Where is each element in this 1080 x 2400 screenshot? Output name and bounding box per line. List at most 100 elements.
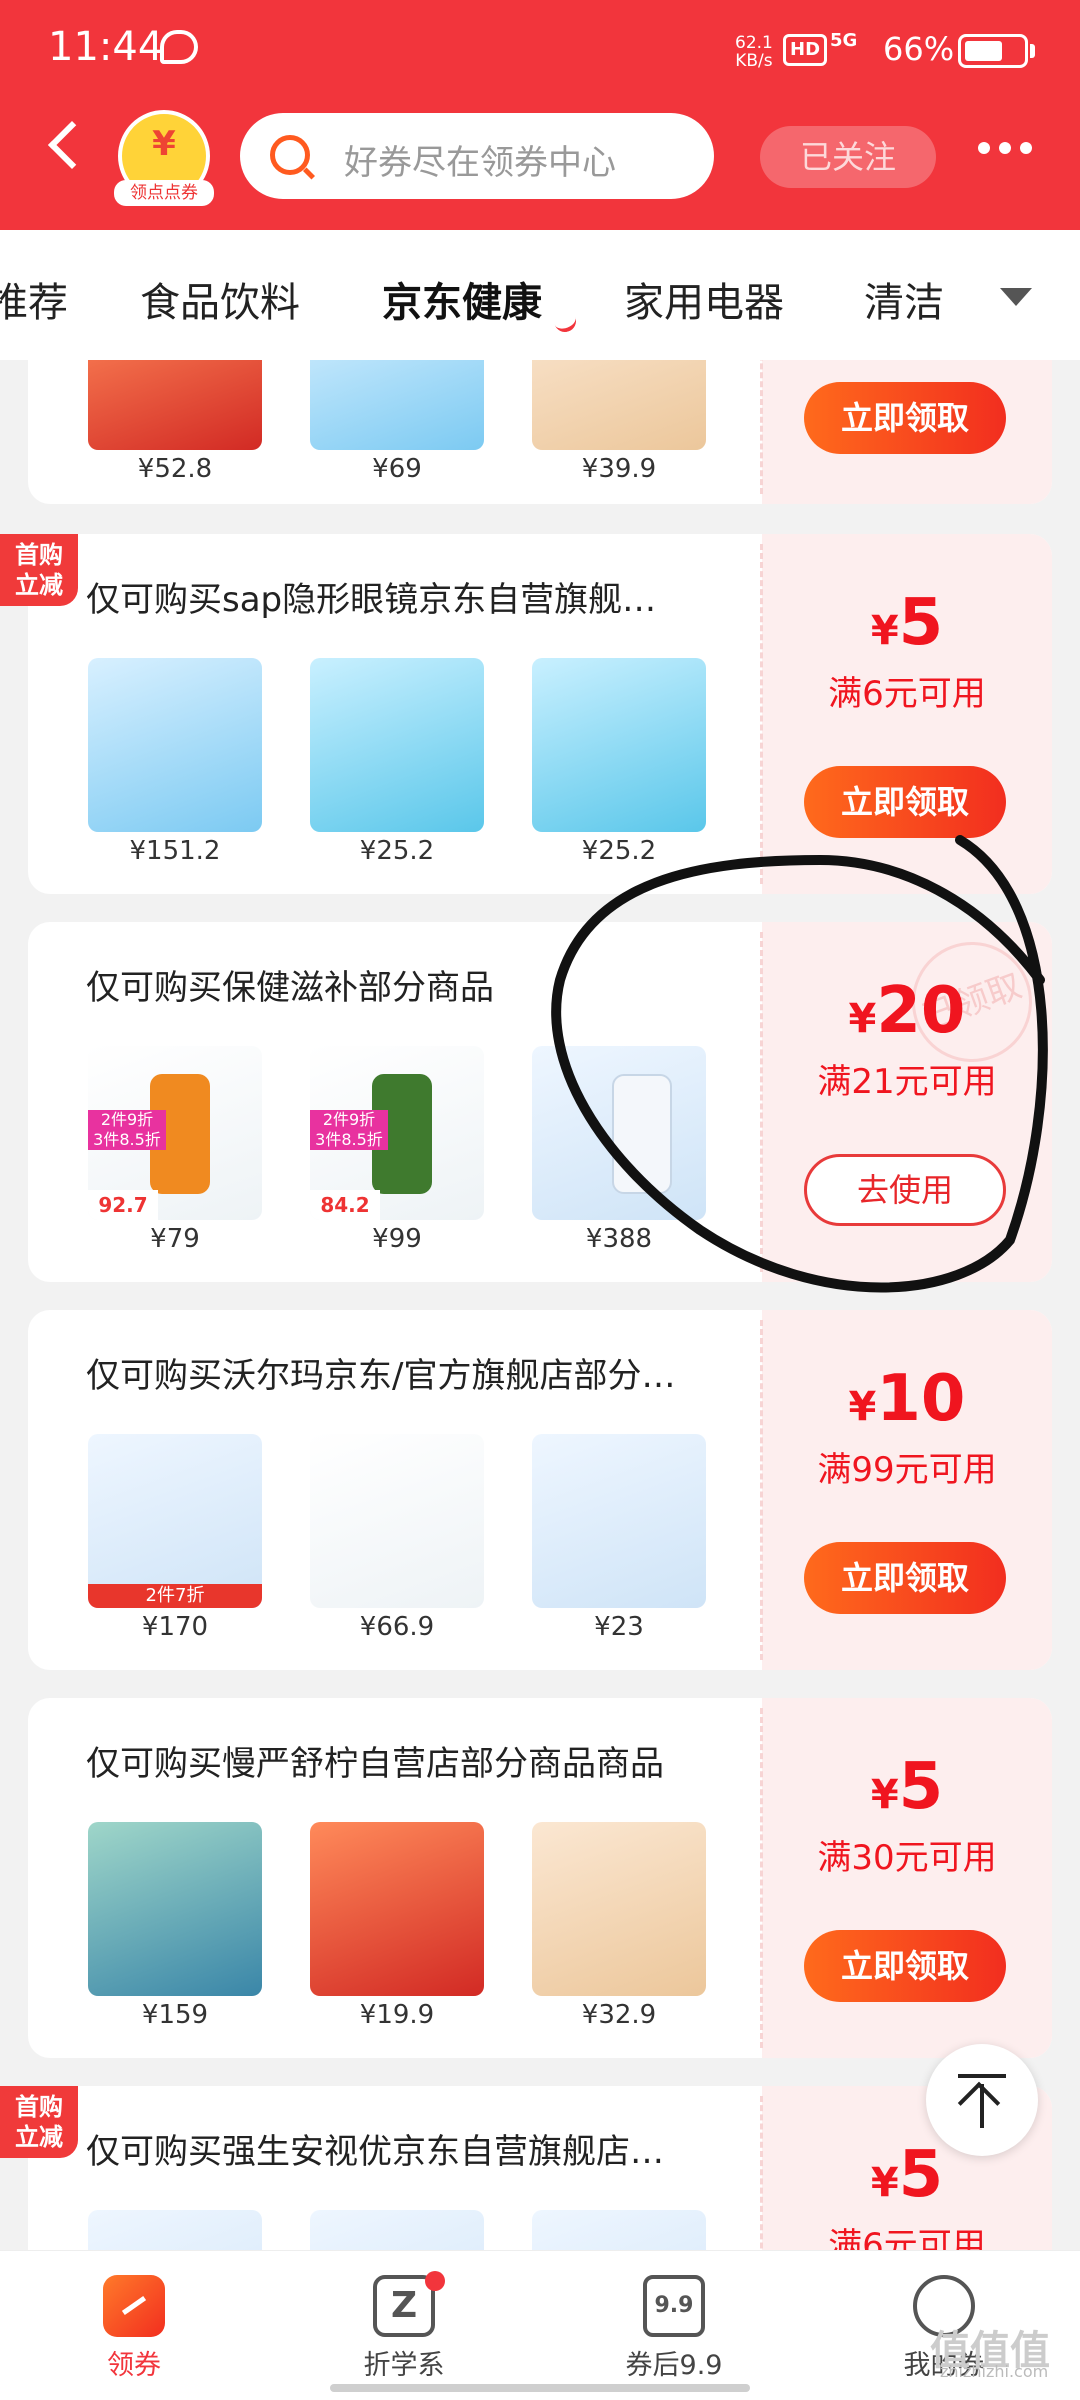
discount-tag: 2件9折 3件8.5折 [88,1110,166,1150]
more-icon[interactable] [978,142,1032,154]
product-image: 2件7折 [88,1434,262,1608]
product-item[interactable]: ¥69 [310,360,484,484]
product-price: ¥159 [141,2000,209,2030]
discount-strip: 2件7折 [88,1584,262,1608]
product-item[interactable]: ¥66.9 [310,1434,484,1642]
coupon-title[interactable]: 仅可购买sap隐形眼镜京东自营旗舰… [86,572,726,621]
claim-button[interactable]: 立即领取 [804,766,1006,838]
product-item[interactable]: ¥39.9 [532,360,706,484]
product-item[interactable]: ¥19.9 [310,1822,484,2030]
search-icon [270,135,310,175]
product-item[interactable]: 2件9折 3件8.5折 92.7 ¥79 [88,1046,262,1254]
coupon-amount: ¥5 [762,586,1052,660]
yen-icon: ¥ [152,124,176,164]
use-coupon-button[interactable]: 去使用 [804,1154,1006,1226]
net-speed-value: 62.1 [735,33,773,53]
logo-label: 领点点券 [114,180,214,206]
nav-zhexuexi[interactable]: Z 折学系 [334,2271,474,2382]
product-price: ¥79 [150,1224,200,1254]
back-to-top-button[interactable] [926,2044,1038,2156]
product-image [310,1434,484,1608]
product-item[interactable]: 2件7折 ¥170 [88,1434,262,1642]
category-tabs: 推荐 食品饮料 京东健康 家用电器 清洁 [0,230,1080,360]
product-item[interactable]: ¥32.9 [532,1822,706,2030]
product-item[interactable]: 2件9折 3件8.5折 84.2 ¥99 [310,1046,484,1254]
currency-symbol: ¥ [848,1384,877,1430]
coupon-card: ¥52.8 ¥69 ¥39.9 立即领取 [28,360,1052,504]
search-bar[interactable]: 好券尽在领券中心 [240,113,714,199]
product-price: ¥39.9 [581,454,657,484]
product-price: ¥52.8 [137,454,213,484]
product-image [310,658,484,832]
nav-after-coupon-9-9[interactable]: 9.9 券后9.9 [604,2275,744,2382]
product-item[interactable]: ¥23 [532,1434,706,1642]
coupon-card: 仅可购买沃尔玛京东/官方旗舰店部分… 2件7折 ¥170 ¥66.9 ¥23 ¥… [28,1310,1052,1670]
first-purchase-badge: 首购 立减 [0,2086,78,2158]
hd-icon: HD [783,34,828,66]
nine-nine-icon: 9.9 [643,2275,705,2337]
product-image [532,360,706,450]
product-item[interactable]: ¥151.2 [88,658,262,866]
product-price: ¥25.2 [359,836,435,866]
product-price: ¥170 [141,1612,209,1642]
first-purchase-badge: 首购 立减 [0,534,78,606]
tab-cleaning[interactable]: 清洁 [864,270,944,328]
product-price: ¥69 [372,454,422,484]
coupon-amount: ¥5 [762,1750,1052,1824]
battery-fill [965,41,1002,61]
coupon-title[interactable]: 仅可购买沃尔玛京东/官方旗舰店部分… [86,1348,726,1397]
currency-symbol: ¥ [870,1772,899,1818]
coupon-title[interactable]: 仅可购买慢严舒柠自营店部分商品商品 [86,1736,726,1785]
coupon-title[interactable]: 仅可购买保健滋补部分商品 [86,960,726,1009]
product-image [88,2210,262,2250]
product-item[interactable]: ¥25.2 [310,658,484,866]
product-item[interactable]: ¥52.8 [88,360,262,484]
coupon-list: ¥52.8 ¥69 ¥39.9 立即领取 仅可购买sap隐形眼镜京东自营旗舰… … [0,360,1080,2250]
notification-dot [425,2271,445,2291]
status-bar: 11:44 62.1 KB/s HD 5G 66% [0,0,1080,100]
search-input[interactable]: 好券尽在领券中心 [344,135,616,184]
to-top-bar [958,2074,1006,2078]
supplement-bottle [612,1074,672,1194]
status-time: 11:44 [48,24,164,70]
tab-food-drinks[interactable]: 食品饮料 [140,270,300,328]
product-item[interactable] [88,2210,262,2250]
battery-tip [1030,44,1035,58]
nav-coupon[interactable]: 领券 [64,2275,204,2382]
tab-jd-health[interactable]: 京东健康 [382,270,542,328]
claim-button[interactable]: 立即领取 [804,382,1006,454]
nav-label: 券后9.9 [625,2350,723,2381]
badge-text: 首购 立减 [15,2093,63,2151]
tag-price: 84.2 [310,1190,380,1220]
expand-tabs-icon[interactable] [1000,288,1032,306]
currency-symbol: ¥ [848,996,877,1042]
product-item[interactable]: ¥388 [532,1046,706,1254]
network-speed: 62.1 KB/s [735,34,773,70]
follow-button[interactable]: 已关注 [760,126,936,188]
product-item[interactable]: ¥159 [88,1822,262,2030]
coupon-value: 20 [876,974,966,1048]
product-item[interactable] [532,2210,706,2250]
bottom-navigation: 领券 Z 折学系 9.9 券后9.9 我的券 [0,2250,1080,2400]
tab-home-appliances[interactable]: 家用电器 [624,270,784,328]
product-image [88,658,262,832]
product-image [310,360,484,450]
product-image [532,658,706,832]
coupon-title[interactable]: 仅可购买强生安视优京东自营旗舰店… [86,2124,726,2173]
product-item[interactable]: ¥25.2 [532,658,706,866]
product-price: ¥25.2 [581,836,657,866]
coupon-value: 5 [898,2138,944,2212]
coupon-value: 5 [898,1750,944,1824]
product-image [88,1822,262,1996]
claim-button[interactable]: 立即领取 [804,1930,1006,2002]
product-item[interactable] [310,2210,484,2250]
shop-logo[interactable]: ¥ 领点点券 [114,110,214,206]
tab-recommend[interactable]: 推荐 [0,270,68,328]
net-speed-unit: KB/s [735,51,773,71]
currency-symbol: ¥ [870,608,899,654]
home-indicator[interactable] [330,2384,750,2392]
back-icon[interactable] [47,120,97,170]
product-image [532,2210,706,2250]
claim-button[interactable]: 立即领取 [804,1542,1006,1614]
coupon-panel: 立即领取 [760,360,1052,504]
